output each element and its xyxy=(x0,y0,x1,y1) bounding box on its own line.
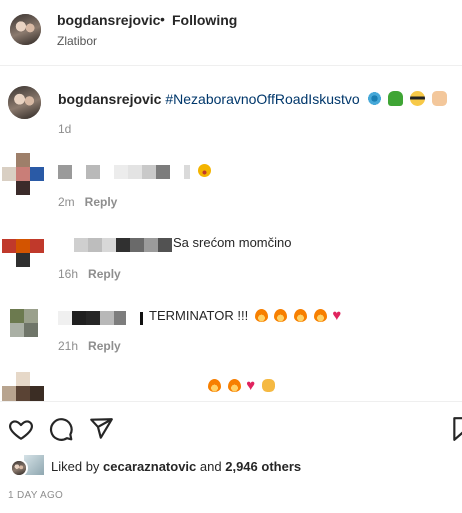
author-username[interactable]: bogdansrejovic xyxy=(57,12,160,28)
flexed-biceps-emoji xyxy=(432,91,448,106)
comment-timestamp: 21h xyxy=(58,339,79,353)
star-struck-face-emoji xyxy=(198,164,211,177)
separator-dot: • xyxy=(160,11,165,27)
like-button[interactable] xyxy=(8,416,34,442)
clapping-hands-emoji xyxy=(261,379,275,392)
comment-avatar-pixelated[interactable] xyxy=(2,237,44,269)
post-location[interactable]: Zlatibor xyxy=(57,34,97,48)
comment-emoji-row: ♥ xyxy=(205,377,275,394)
comment-timestamp: 2m xyxy=(58,195,75,209)
actions-divider xyxy=(0,401,462,402)
comment-button[interactable] xyxy=(48,416,74,442)
post-caption: bogdansrejovic #NezaboravnoOffRoadIskust… xyxy=(58,91,448,107)
fire-emoji xyxy=(294,309,308,322)
likes-conj: and xyxy=(199,459,222,474)
caption-timestamp: 1d xyxy=(58,122,72,136)
comment-timestamp: 16h xyxy=(58,267,79,281)
caption-hashtag[interactable]: #NezaboravnoOffRoadIskustvo xyxy=(165,91,359,107)
caption-username[interactable]: bogdansrejovic xyxy=(58,91,161,107)
comment-text xyxy=(195,163,211,178)
fire-emoji xyxy=(208,379,221,392)
comment-icon xyxy=(50,418,73,441)
likes-summary: Liked by cecaraznatovic and 2,946 others xyxy=(51,459,301,474)
comment-text: Sa srećom momčino xyxy=(173,235,292,250)
caption-avatar[interactable] xyxy=(8,86,41,119)
reply-button[interactable]: Reply xyxy=(88,339,121,353)
sunglasses-face-emoji xyxy=(410,91,426,106)
comment-avatar-pixelated[interactable] xyxy=(2,372,44,401)
green-figure-emoji xyxy=(388,91,404,106)
comment-avatar-pixelated[interactable] xyxy=(10,309,44,339)
likes-prefix: Liked by xyxy=(51,459,100,474)
red-heart-emoji: ♥ xyxy=(332,307,342,324)
fire-emoji xyxy=(274,309,288,322)
save-button[interactable] xyxy=(452,416,462,442)
liked-by-user[interactable]: cecaraznatovic xyxy=(103,459,196,474)
comment-username-redacted[interactable] xyxy=(58,165,208,179)
post-date[interactable]: 1 DAY AGO xyxy=(8,490,63,501)
liker-avatar[interactable] xyxy=(10,459,28,477)
share-button[interactable] xyxy=(88,416,114,442)
fire-emoji xyxy=(254,309,268,322)
following-button[interactable]: Following xyxy=(172,12,237,28)
reply-button[interactable]: Reply xyxy=(88,267,121,281)
comment-username-redacted[interactable] xyxy=(74,238,174,252)
reply-button[interactable]: Reply xyxy=(85,195,118,209)
comment-text-content: TERMINATOR !!! xyxy=(149,308,249,323)
fire-emoji xyxy=(313,309,327,322)
bookmark-icon xyxy=(453,417,462,441)
comment-avatar-pixelated[interactable] xyxy=(2,153,44,195)
comment-meta: 21h Reply xyxy=(58,339,121,353)
comment-meta: 2m Reply xyxy=(58,195,117,209)
likes-count[interactable]: 2,946 others xyxy=(225,459,301,474)
share-icon xyxy=(90,418,113,439)
author-avatar[interactable] xyxy=(10,14,41,45)
comment-username-redacted[interactable] xyxy=(58,311,148,325)
comment-meta: 16h Reply xyxy=(58,267,121,281)
comment-text: TERMINATOR !!! ♥ xyxy=(149,307,341,324)
snowflake-emoji xyxy=(366,91,382,106)
red-heart-emoji: ♥ xyxy=(246,377,256,394)
post-header: bogdansrejovic • Following Zlatibor xyxy=(0,0,462,66)
heart-icon xyxy=(9,420,33,440)
fire-emoji xyxy=(227,379,241,392)
